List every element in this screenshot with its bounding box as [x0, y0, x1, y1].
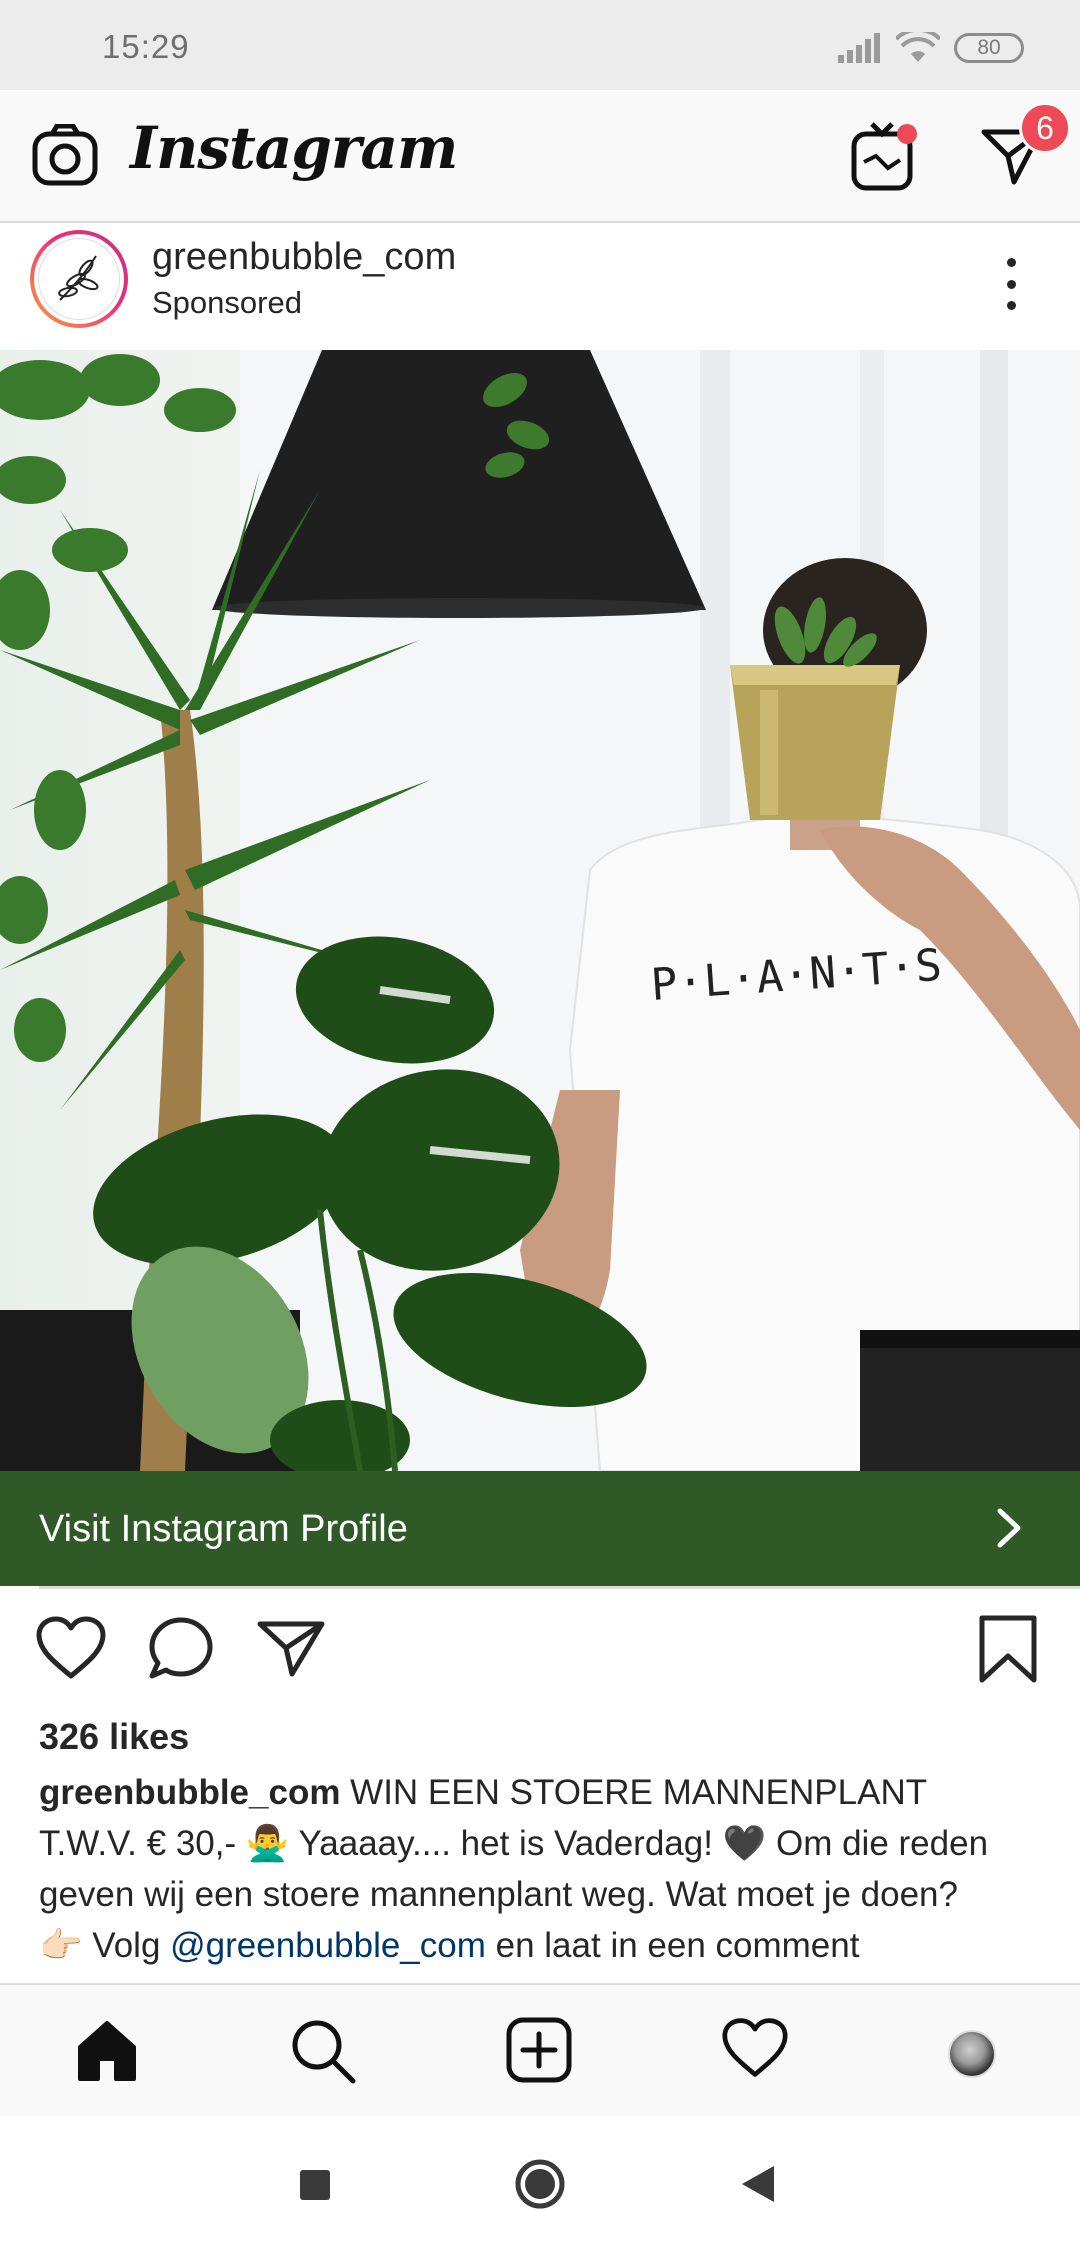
caption-line-4: 👉🏻 Volg @greenbubble_com en laat in een … — [39, 1920, 1049, 1971]
activity-heart-icon[interactable] — [722, 2017, 788, 2079]
back-button[interactable] — [740, 2164, 776, 2204]
likes-count[interactable]: 326 likes — [39, 1716, 189, 1758]
system-nav — [0, 2116, 1080, 2246]
caption-line-3: geven wij een stoere mannenplant weg. Wa… — [39, 1875, 958, 1914]
like-heart-icon[interactable] — [36, 1616, 106, 1680]
battery-level: 80 — [977, 36, 1001, 59]
home-button[interactable] — [514, 2158, 566, 2210]
cta-label: Visit Instagram Profile — [39, 1508, 408, 1550]
post-image[interactable]: P·L·A·N·T·S — [0, 350, 1080, 1471]
profile-avatar-icon[interactable] — [948, 2030, 996, 2078]
post-header: greenbubble_com Sponsored — [0, 224, 1080, 350]
post-photo: P·L·A·N·T·S — [0, 350, 1080, 1471]
leaf-logo-icon — [58, 255, 99, 301]
battery-indicator: 80 — [954, 33, 1024, 63]
caption-text-4a: 👉🏻 Volg — [39, 1926, 171, 1965]
camera-icon[interactable] — [32, 124, 98, 186]
bookmark-icon[interactable] — [978, 1614, 1038, 1684]
caption-text-4b: en laat in een comment — [485, 1926, 860, 1965]
post-avatar[interactable] — [30, 230, 128, 328]
caption-line-1: greenbubble_com WIN EEN STOERE MANNENPLA… — [39, 1767, 1049, 1818]
signal-icon — [838, 33, 880, 63]
cta-divider — [39, 1586, 1080, 1589]
post-actions — [0, 1610, 1080, 1690]
share-direct-icon[interactable] — [256, 1618, 326, 1678]
app-header: Instagram 6 — [0, 90, 1080, 223]
status-time: 15:29 — [102, 28, 190, 65]
recents-button[interactable] — [298, 2168, 332, 2202]
caption-username[interactable]: greenbubble_com — [39, 1773, 340, 1812]
new-post-icon[interactable] — [506, 2017, 572, 2083]
status-bar: 15:29 80 — [0, 0, 1080, 90]
wifi-icon — [896, 32, 940, 62]
post-username[interactable]: greenbubble_com — [152, 236, 456, 279]
chevron-right-icon — [997, 1508, 1021, 1548]
comment-icon[interactable] — [148, 1616, 214, 1680]
caption-line-2: T.W.V. € 30,- 🙅‍♂️ Yaaaay.... het is Vad… — [39, 1824, 989, 1863]
search-icon[interactable] — [289, 2017, 357, 2085]
direct-badge: 6 — [1019, 102, 1071, 154]
instagram-logo: Instagram — [130, 114, 458, 182]
post-caption: greenbubble_com WIN EEN STOERE MANNENPLA… — [39, 1767, 1049, 1989]
caption-text-1: WIN EEN STOERE MANNENPLANT — [340, 1773, 928, 1812]
status-icons: 80 — [838, 28, 1024, 68]
visit-profile-cta[interactable]: Visit Instagram Profile — [0, 1471, 1080, 1586]
bottom-nav — [0, 1983, 1080, 2116]
sponsored-label: Sponsored — [152, 285, 302, 320]
home-icon[interactable] — [74, 2017, 140, 2083]
caption-mention[interactable]: @greenbubble_com — [170, 1926, 486, 1965]
igtv-icon[interactable] — [850, 120, 920, 192]
more-options-icon[interactable] — [996, 254, 1026, 314]
